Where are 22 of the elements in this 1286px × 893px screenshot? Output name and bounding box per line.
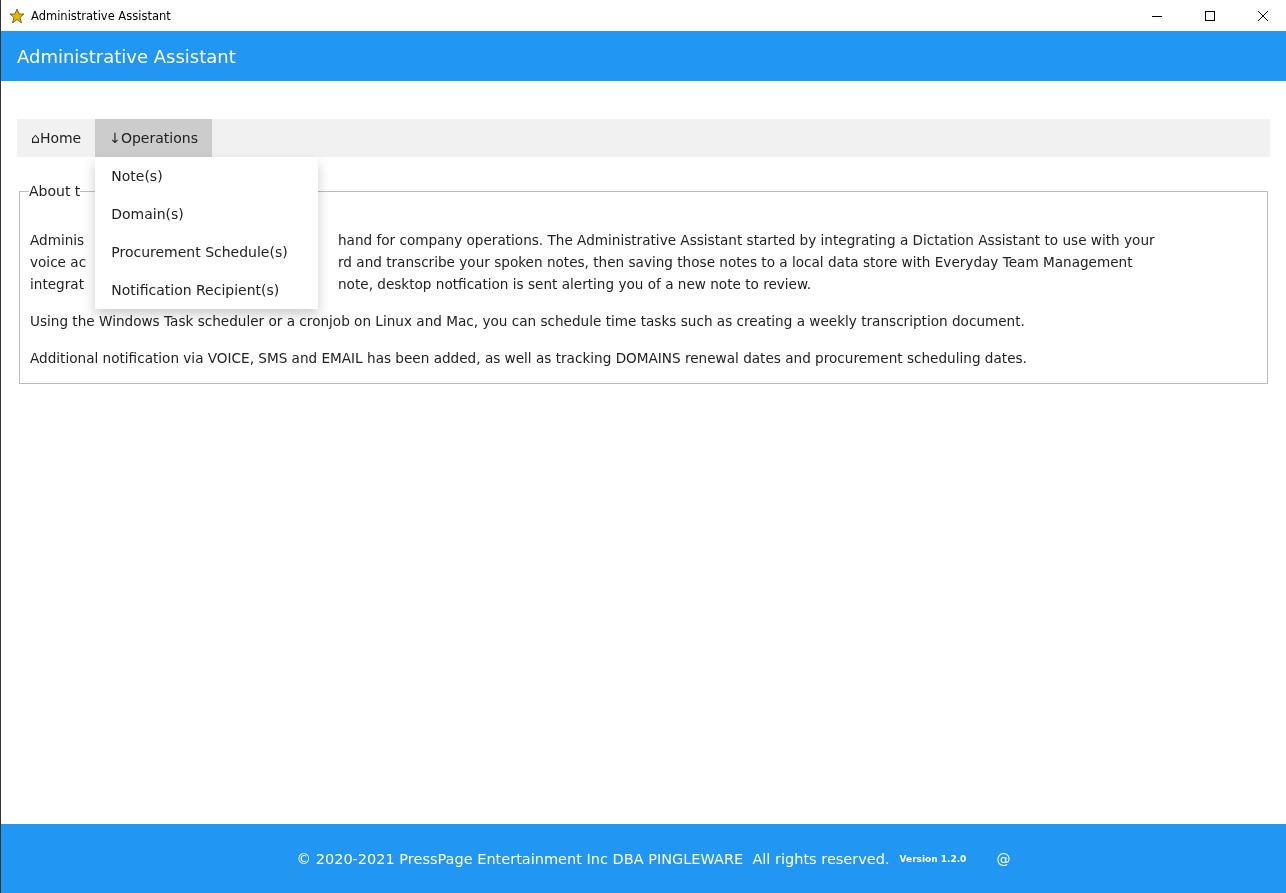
- menu-item[interactable]: Domain(s): [95, 195, 319, 233]
- paragraph-text: Adminis: [30, 231, 85, 250]
- nav-tab[interactable]: ↓Operations: [95, 119, 212, 157]
- paragraph-text: integrat: [30, 275, 84, 294]
- panel-legend: About t: [29, 183, 81, 199]
- menu-item[interactable]: Notification Recipient(s): [95, 271, 319, 309]
- paragraph-text: rd and transcribe your spoken notes, then saving those notes to a local data store with Everyday Team Management: [338, 253, 1133, 272]
- menu-item[interactable]: Procurement Schedule(s): [95, 233, 319, 271]
- nav-tab[interactable]: ⌂Home: [17, 119, 96, 157]
- menu-item[interactable]: Note(s): [95, 157, 319, 195]
- window-title: Administrative Assistant: [31, 8, 172, 23]
- paragraph-text: Additional notification via VOICE, SMS and EMAIL has been added, as well as tracking DOMAINS renewal dates and procurement scheduling dates.: [30, 349, 1028, 368]
- maximize-icon: [1205, 10, 1215, 21]
- paragraph-text: voice ac: [30, 253, 87, 272]
- star-app-icon: [10, 8, 24, 23]
- paragraph-text: note, desktop notfication is sent alerting you of a new note to review.: [338, 275, 812, 294]
- close-icon: [1258, 10, 1268, 21]
- paragraph-text: hand for company operations. The Administrative Assistant started by integrating a Dictation Assistant to use with your: [338, 231, 1155, 250]
- paragraph-text: Using the Windows Task scheduler or a cronjob on Linux and Mac, you can schedule time tasks such as creating a weekly transcription document.: [30, 312, 1026, 331]
- copyright-text: © 2020-2021 PressPage Entertainment Inc DBA PINGLEWARE All rights reserved.: [296, 850, 890, 867]
- version-text: Version 1.2.0: [899, 853, 967, 864]
- header-title: Administrative Assistant: [17, 45, 236, 67]
